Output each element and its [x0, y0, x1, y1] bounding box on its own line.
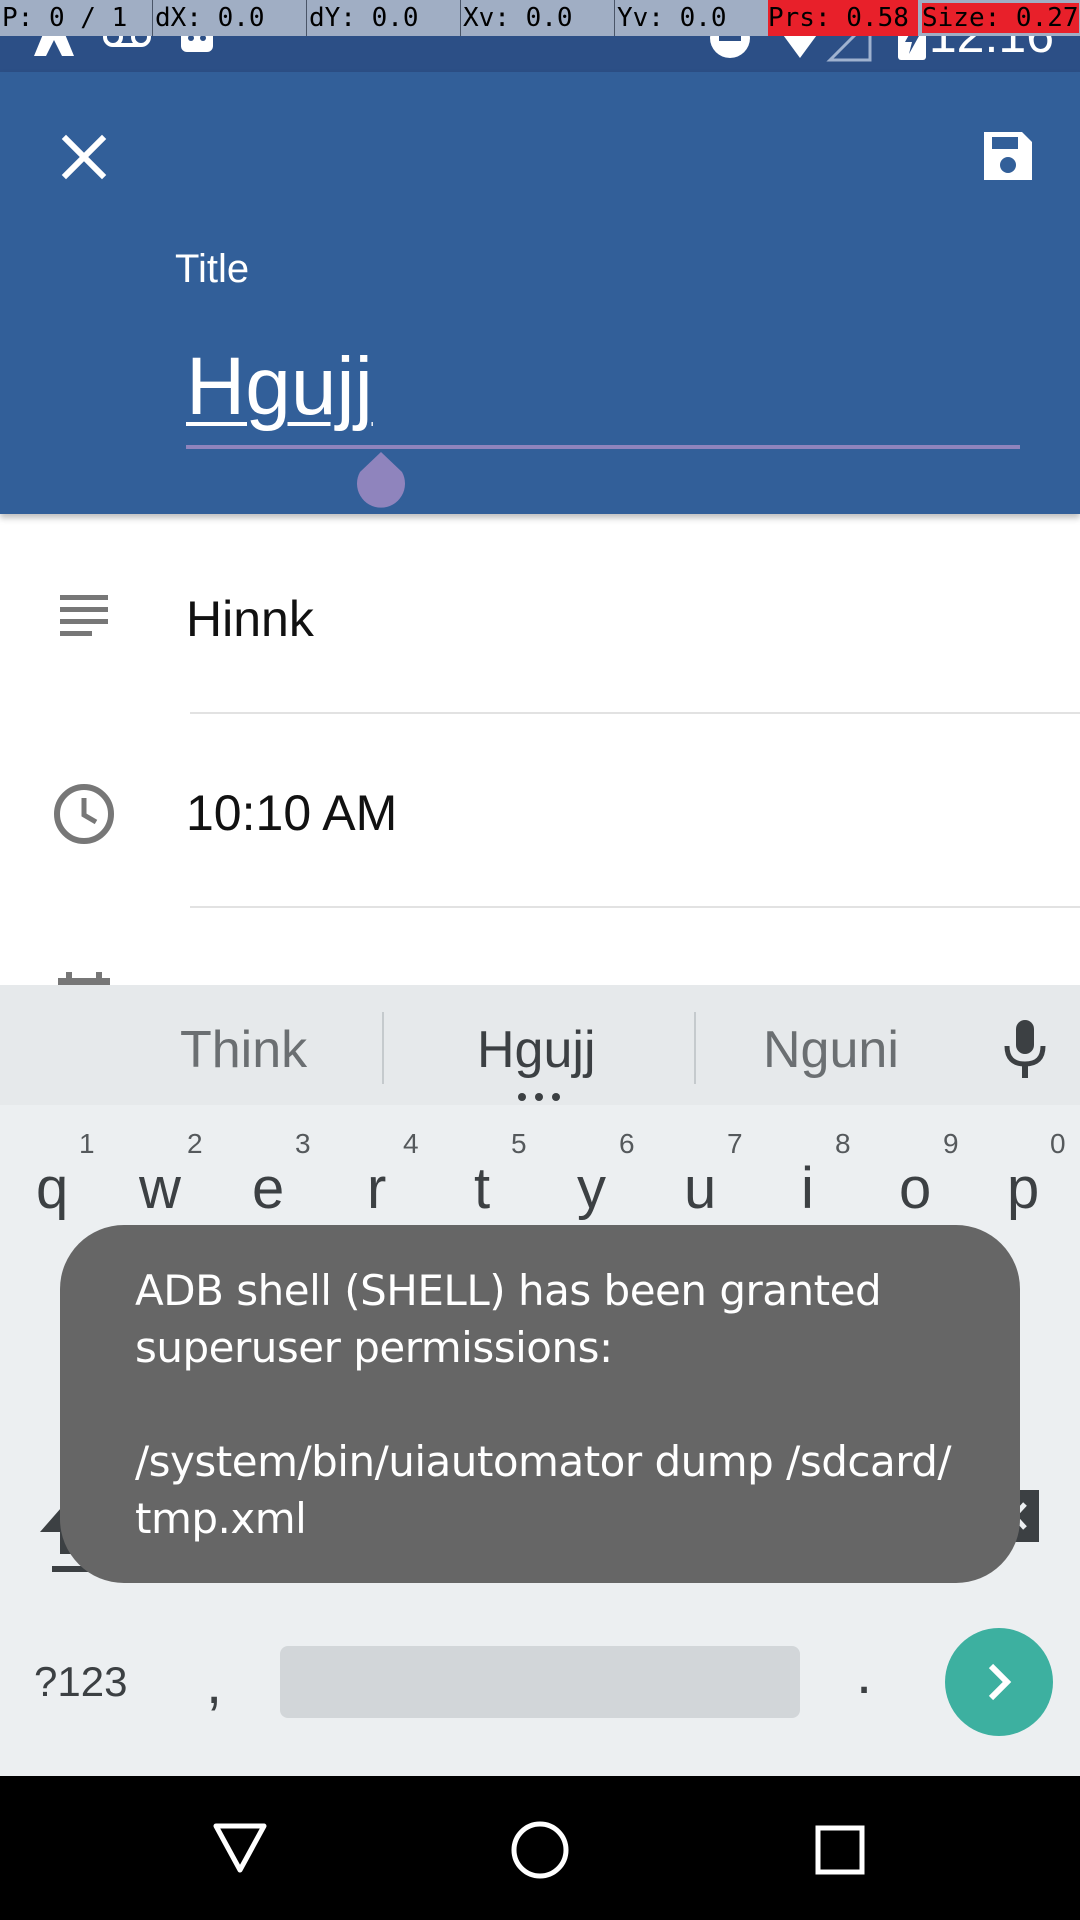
navigation-bar: [0, 1776, 1080, 1920]
close-icon[interactable]: [60, 133, 108, 181]
description-field[interactable]: Hinnk: [186, 590, 314, 648]
key-hint: 9: [943, 1128, 959, 1159]
velocity-y: Yv: 0.0: [614, 0, 767, 36]
suggestion-3[interactable]: Nguni: [763, 1020, 899, 1080]
title-input-underline: [186, 445, 1020, 449]
text-cursor-handle[interactable]: [350, 448, 412, 510]
key-hint: 4: [403, 1128, 419, 1159]
notes-icon: [60, 595, 108, 636]
comma-key[interactable]: ,: [206, 1650, 222, 1717]
more-suggestions-icon[interactable]: [516, 1092, 562, 1102]
key-hint: 2: [187, 1128, 203, 1159]
divider: [190, 712, 1080, 714]
symbols-key[interactable]: ?123: [34, 1658, 127, 1706]
key-hint: 8: [835, 1128, 851, 1159]
clock-icon: [54, 784, 114, 844]
delta-y: dY: 0.0: [306, 0, 459, 36]
key-hint: 7: [727, 1128, 743, 1159]
home-icon[interactable]: [510, 1820, 570, 1880]
next-key[interactable]: [945, 1628, 1053, 1736]
recents-icon[interactable]: [814, 1824, 866, 1876]
chevron-right-icon: [988, 1663, 1012, 1701]
key-hint: 0: [1050, 1128, 1066, 1159]
pointer-location-overlay: P: 0 / 1 dX: 0.0 dY: 0.0 Xv: 0.0 Yv: 0.0…: [0, 0, 1080, 36]
key-p[interactable]: p: [1007, 1155, 1039, 1222]
back-icon[interactable]: [212, 1822, 268, 1874]
key-hint: 5: [511, 1128, 527, 1159]
key-y[interactable]: y: [577, 1155, 606, 1222]
key-i[interactable]: i: [801, 1155, 814, 1222]
pressure: Prs: 0.58: [768, 0, 918, 36]
microphone-icon[interactable]: [1002, 1018, 1048, 1080]
period-key[interactable]: .: [856, 1640, 872, 1707]
key-r[interactable]: r: [367, 1155, 386, 1222]
suggestion-divider: [382, 1012, 384, 1084]
suggestion-2[interactable]: Hgujj: [477, 1020, 596, 1080]
save-icon[interactable]: [980, 128, 1036, 184]
key-w[interactable]: w: [139, 1155, 181, 1222]
velocity-x: Xv: 0.0: [460, 0, 613, 36]
suggestion-divider: [694, 1012, 696, 1084]
title-input[interactable]: Hgujj: [186, 340, 373, 434]
title-label: Title: [175, 247, 250, 291]
key-u[interactable]: u: [684, 1155, 716, 1222]
key-hint: 6: [619, 1128, 635, 1159]
toast-message: ADB shell (SHELL) has been granted super…: [135, 1266, 952, 1543]
touch-size-label: Size: 0.27: [922, 3, 1079, 33]
key-t[interactable]: t: [474, 1155, 490, 1222]
pointer-count: P: 0 / 1: [2, 3, 128, 33]
key-hint: 3: [295, 1128, 311, 1159]
space-bar[interactable]: [280, 1646, 800, 1718]
time-field[interactable]: 10:10 AM: [186, 784, 397, 842]
key-hint: 1: [79, 1128, 95, 1159]
suggestion-1[interactable]: Think: [180, 1020, 307, 1080]
key-o[interactable]: o: [899, 1155, 931, 1222]
touch-size: Size: 0.27: [922, 0, 1079, 36]
delta-x: dX: 0.0: [152, 0, 305, 36]
calendar-icon: [58, 972, 110, 986]
key-e[interactable]: e: [252, 1155, 284, 1222]
key-q[interactable]: q: [36, 1155, 68, 1222]
divider: [190, 906, 1080, 908]
